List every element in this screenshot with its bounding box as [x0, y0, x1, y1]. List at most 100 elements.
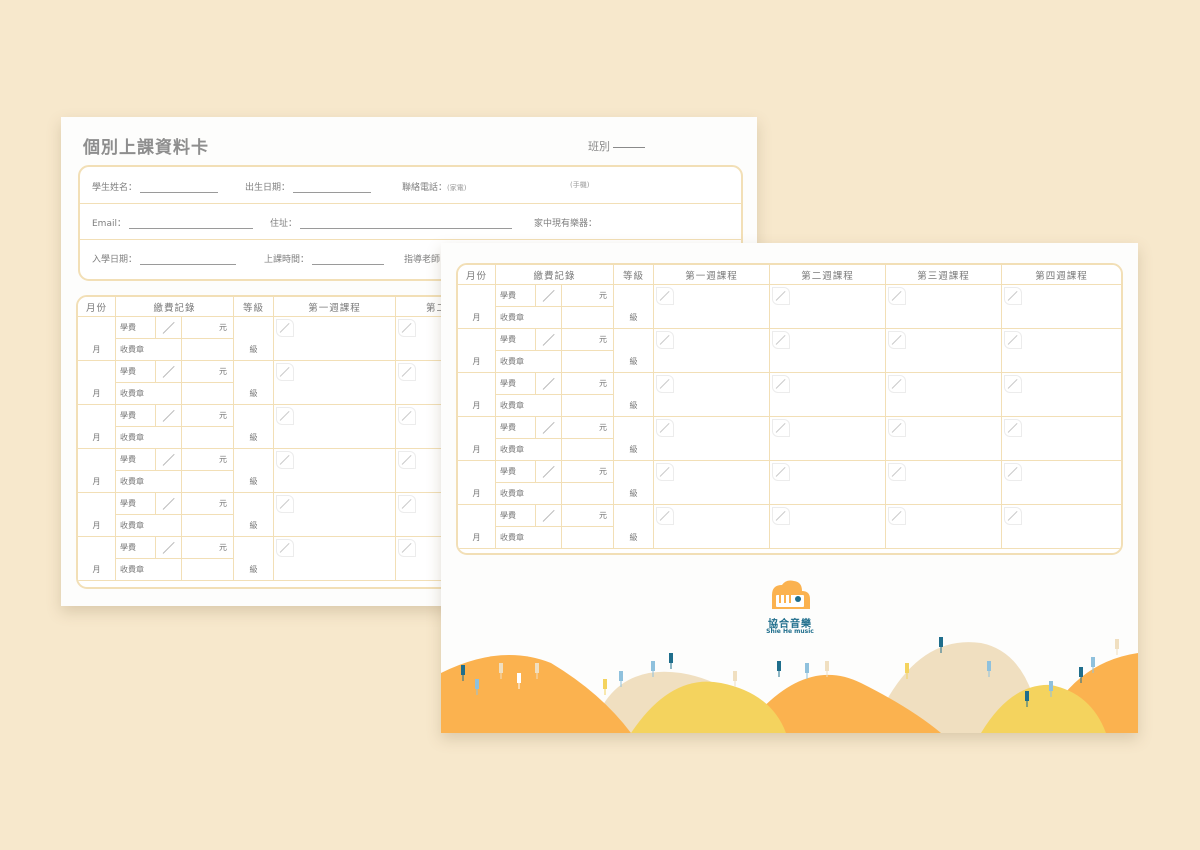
grade-cell[interactable]: 級 [234, 493, 275, 537]
mobile-field[interactable]: (手機) [570, 180, 589, 190]
fee-slash-cell[interactable] [156, 361, 182, 383]
fee-amount-cell[interactable]: 元 [562, 285, 615, 307]
week-cell[interactable] [1002, 373, 1121, 417]
month-cell[interactable]: 月 [458, 329, 496, 373]
stamp-cell[interactable] [562, 483, 615, 505]
fee-slash-cell[interactable] [536, 329, 562, 351]
week-cell[interactable] [274, 361, 397, 405]
month-cell[interactable]: 月 [78, 317, 116, 361]
week-cell[interactable] [654, 505, 771, 549]
grade-cell[interactable]: 級 [614, 329, 655, 373]
week-cell[interactable] [654, 373, 771, 417]
week-cell[interactable] [1002, 461, 1121, 505]
fee-amount-cell[interactable]: 元 [562, 329, 615, 351]
stamp-cell[interactable] [562, 439, 615, 461]
week-cell[interactable] [886, 417, 1003, 461]
grade-cell[interactable]: 級 [234, 449, 275, 493]
week-cell[interactable] [770, 417, 887, 461]
week-cell[interactable] [886, 285, 1003, 329]
fee-slash-cell[interactable] [156, 449, 182, 471]
month-cell[interactable]: 月 [458, 417, 496, 461]
grade-cell[interactable]: 級 [614, 505, 655, 549]
fee-slash-cell[interactable] [156, 537, 182, 559]
stamp-cell[interactable] [182, 559, 235, 581]
instruments-field[interactable]: 家中現有樂器： [534, 216, 597, 229]
fee-amount-cell[interactable]: 元 [562, 461, 615, 483]
stamp-cell[interactable] [182, 471, 235, 493]
week-cell[interactable] [1002, 285, 1121, 329]
fee-amount-cell[interactable]: 元 [182, 493, 235, 515]
week-cell[interactable] [770, 505, 887, 549]
enroll-date-field[interactable]: 入學日期： [92, 252, 237, 265]
week-cell[interactable] [886, 373, 1003, 417]
week-cell[interactable] [654, 417, 771, 461]
grade-cell[interactable]: 級 [234, 537, 275, 581]
week-cell[interactable] [1002, 417, 1121, 461]
grade-cell[interactable]: 級 [234, 317, 275, 361]
stamp-cell[interactable] [182, 427, 235, 449]
fee-amount-cell[interactable]: 元 [182, 449, 235, 471]
stamp-cell[interactable] [562, 307, 615, 329]
month-cell[interactable]: 月 [78, 405, 116, 449]
fee-amount-cell[interactable]: 元 [182, 537, 235, 559]
month-cell[interactable]: 月 [78, 361, 116, 405]
week-cell[interactable] [886, 505, 1003, 549]
week-cell[interactable] [886, 461, 1003, 505]
month-cell[interactable]: 月 [78, 493, 116, 537]
fee-amount-cell[interactable]: 元 [562, 373, 615, 395]
fee-amount-cell[interactable]: 元 [562, 417, 615, 439]
week-cell[interactable] [274, 405, 397, 449]
class-field[interactable]: 班別 [588, 138, 645, 154]
week-cell[interactable] [274, 493, 397, 537]
stamp-cell[interactable] [562, 527, 615, 549]
fee-slash-cell[interactable] [156, 405, 182, 427]
student-name-field[interactable]: 學生姓名： [92, 180, 219, 193]
month-cell[interactable]: 月 [458, 461, 496, 505]
week-cell[interactable] [770, 373, 887, 417]
grade-cell[interactable]: 級 [234, 405, 275, 449]
stamp-cell[interactable] [562, 351, 615, 373]
fee-slash-cell[interactable] [156, 493, 182, 515]
stamp-cell[interactable] [182, 339, 235, 361]
fee-slash-cell[interactable] [156, 317, 182, 339]
month-cell[interactable]: 月 [458, 505, 496, 549]
week-cell[interactable] [886, 329, 1003, 373]
fee-slash-cell[interactable] [536, 373, 562, 395]
month-cell[interactable]: 月 [458, 285, 496, 329]
email-field[interactable]: Email： [92, 216, 253, 229]
grade-cell[interactable]: 級 [234, 361, 275, 405]
fee-amount-cell[interactable]: 元 [562, 505, 615, 527]
week-cell[interactable] [274, 537, 397, 581]
stamp-cell[interactable] [182, 383, 235, 405]
stamp-cell[interactable] [562, 395, 615, 417]
week-cell[interactable] [274, 317, 397, 361]
week-cell[interactable] [654, 329, 771, 373]
grade-cell[interactable]: 級 [614, 285, 655, 329]
week-cell[interactable] [770, 461, 887, 505]
teacher-field[interactable]: 指導老師 [404, 252, 440, 265]
week-cell[interactable] [1002, 505, 1121, 549]
month-cell[interactable]: 月 [78, 537, 116, 581]
fee-slash-cell[interactable] [536, 285, 562, 307]
month-cell[interactable]: 月 [78, 449, 116, 493]
fee-slash-cell[interactable] [536, 417, 562, 439]
phone-field[interactable]: 聯絡電話：(家電) [402, 180, 466, 193]
week-cell[interactable] [770, 285, 887, 329]
week-cell[interactable] [654, 285, 771, 329]
grade-cell[interactable]: 級 [614, 373, 655, 417]
class-time-field[interactable]: 上課時間： [264, 252, 385, 265]
fee-amount-cell[interactable]: 元 [182, 405, 235, 427]
grade-cell[interactable]: 級 [614, 461, 655, 505]
week-cell[interactable] [1002, 329, 1121, 373]
fee-slash-cell[interactable] [536, 505, 562, 527]
month-cell[interactable]: 月 [458, 373, 496, 417]
fee-amount-cell[interactable]: 元 [182, 361, 235, 383]
week-cell[interactable] [654, 461, 771, 505]
week-cell[interactable] [770, 329, 887, 373]
grade-cell[interactable]: 級 [614, 417, 655, 461]
fee-amount-cell[interactable]: 元 [182, 317, 235, 339]
week-cell[interactable] [274, 449, 397, 493]
birth-date-field[interactable]: 出生日期： [245, 180, 372, 193]
address-field[interactable]: 住址： [270, 216, 513, 229]
fee-slash-cell[interactable] [536, 461, 562, 483]
